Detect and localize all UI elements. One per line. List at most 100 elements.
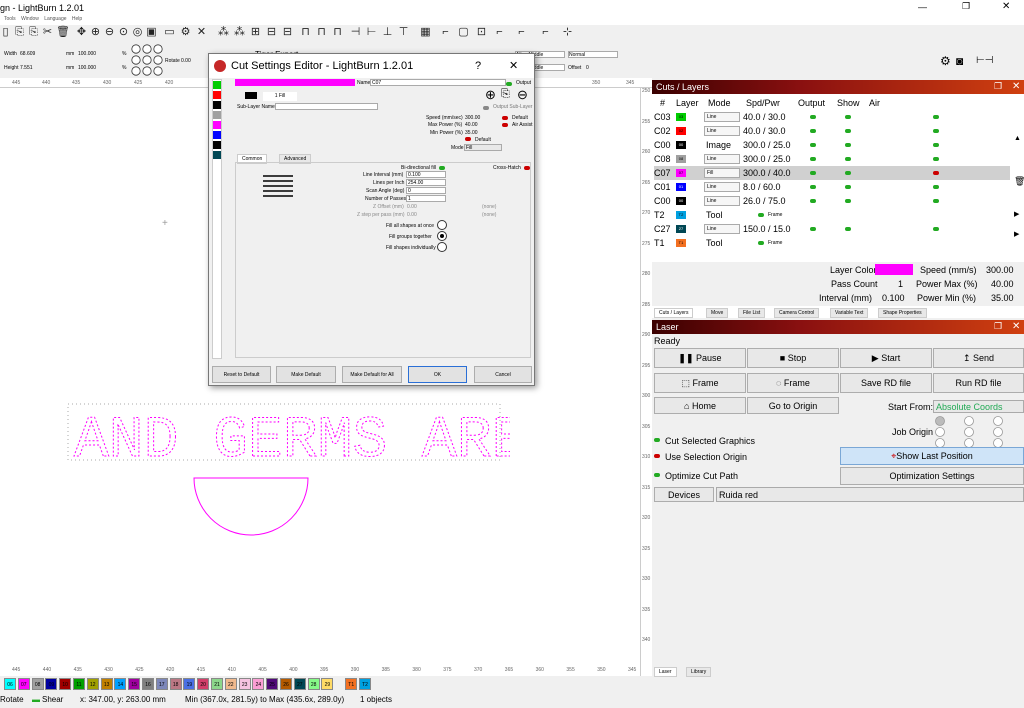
rotate-value[interactable]: 0.00 [181, 58, 191, 64]
palette-swatch[interactable]: 14 [114, 678, 127, 690]
layer-mode-select[interactable]: Line [704, 224, 740, 234]
minimize-button[interactable]: — [918, 2, 927, 12]
layer-row[interactable]: C00 00 Image 300.0 / 25.0 [654, 138, 1010, 152]
add-sublayer-icon[interactable]: ⊕ [485, 87, 496, 103]
corner2-icon[interactable]: ⌐ [516, 27, 527, 38]
align-icon[interactable]: ⊞ [250, 27, 261, 38]
tab-file-list[interactable]: File List [738, 308, 766, 318]
layer-mode-select[interactable]: Line [704, 154, 740, 164]
air-toggle[interactable] [933, 129, 939, 133]
flip-v-icon[interactable]: ⊓ [316, 27, 327, 38]
tab-cuts-layers[interactable]: Cuts / Layers [654, 308, 694, 318]
output-toggle[interactable] [810, 143, 816, 147]
interval-value[interactable]: 0.100 [882, 293, 905, 303]
optimization-settings-button[interactable]: Optimization Settings [840, 467, 1024, 485]
goto-origin-button[interactable]: Go to Origin [747, 397, 839, 414]
show-toggle[interactable] [845, 115, 851, 119]
ungroup-icon[interactable]: ⁂ [234, 27, 245, 38]
show-toggle[interactable] [845, 157, 851, 161]
sublayer-name-input[interactable] [275, 103, 378, 110]
palette-swatch[interactable]: 29 [321, 678, 334, 690]
bracket-icon[interactable]: ⌐ [440, 27, 451, 38]
speed-input[interactable]: 300.00 [465, 115, 480, 121]
max-power-input[interactable]: 40.00 [465, 122, 478, 128]
arrange4-icon[interactable]: ⊤ [398, 27, 409, 38]
show-toggle[interactable] [845, 129, 851, 133]
palette-swatch[interactable]: 11 [73, 678, 85, 690]
scan-angle-input[interactable]: 0 [406, 187, 446, 194]
camera-icon[interactable]: ▣ [146, 27, 157, 38]
corner3-icon[interactable]: ⌐ [540, 27, 551, 38]
move-icon[interactable]: ✥ [76, 27, 87, 38]
palette-swatch[interactable]: 23 [238, 678, 251, 690]
layer-row[interactable]: C00 00 Line 26.0 / 75.0 [654, 194, 1010, 208]
palette-swatch[interactable]: 25 [266, 678, 279, 690]
width-pct[interactable]: 100.000 [78, 51, 96, 57]
output-toggle[interactable] [810, 199, 816, 203]
z-offset-input[interactable]: 0.00 [407, 204, 417, 210]
tab-camera-control[interactable]: Camera Control [774, 308, 820, 318]
palette-swatch[interactable]: 28 [307, 678, 320, 690]
palette-swatch[interactable]: T2 [359, 678, 371, 690]
air-toggle[interactable] [933, 227, 939, 231]
palette-swatch[interactable]: 07 [17, 678, 30, 690]
tab-library[interactable]: Library [686, 667, 712, 677]
palette-swatch[interactable]: 21 [211, 678, 223, 690]
start-button[interactable]: ▶ Start [840, 348, 932, 368]
rotate-mode[interactable]: Rotate [0, 692, 24, 708]
air-toggle[interactable] [933, 199, 939, 203]
shear-toggle-icon[interactable]: ▬ [32, 692, 40, 708]
reset-default-button[interactable]: Reset to Default [212, 366, 271, 383]
trash-icon[interactable]: 🗑 [56, 27, 70, 38]
layer-row[interactable]: T1 T1 Tool Frame [654, 236, 1010, 250]
palette-swatch[interactable]: 16 [142, 678, 154, 690]
home-button[interactable]: ⌂ Home [654, 397, 746, 414]
power-min-value[interactable]: 35.00 [991, 293, 1014, 303]
cancel-button[interactable]: Cancel [474, 366, 532, 383]
align-left-icon[interactable]: ⊟ [266, 27, 277, 38]
output-sublayer-toggle[interactable] [483, 106, 489, 110]
palette-swatch[interactable]: 26 [280, 678, 292, 690]
menu-language[interactable]: Language [44, 16, 66, 22]
layer-row[interactable]: C08 08 Line 300.0 / 25.0 [654, 152, 1010, 166]
pass-count-value[interactable]: 1 [898, 279, 903, 289]
palette-swatch[interactable]: 09 [45, 678, 58, 690]
new-icon[interactable]: ▯ [0, 27, 11, 38]
palette-swatch[interactable]: 27 [293, 678, 306, 690]
layer-row[interactable]: T2 T2 Tool Frame [654, 208, 1010, 222]
frame-button[interactable]: ⬚ Frame [654, 373, 746, 393]
job-origin-grid[interactable] [934, 416, 1014, 450]
layer-mode-select[interactable]: Line [704, 182, 740, 192]
send-button[interactable]: ↥ Send [933, 348, 1024, 368]
palette-swatch[interactable]: 13 [100, 678, 113, 690]
frame-toggle[interactable] [758, 241, 764, 245]
dialog-close-button[interactable]: ✕ [509, 54, 518, 78]
fill-individually-radio[interactable] [437, 242, 447, 252]
layer-mode-select[interactable]: Fill [704, 168, 740, 178]
default-toggle[interactable] [502, 116, 508, 120]
pause-button[interactable]: ❚❚ Pause [654, 348, 746, 368]
line-interval-input[interactable]: 0.100 [406, 171, 446, 178]
output-toggle[interactable] [810, 185, 816, 189]
tab-shape-properties[interactable]: Shape Properties [878, 308, 927, 318]
air-toggle[interactable] [933, 157, 939, 161]
corner-icon[interactable]: ⌐ [494, 27, 505, 38]
layer-row[interactable]: C27 27 Line 150.0 / 15.0 [654, 222, 1010, 236]
air-toggle[interactable] [933, 171, 939, 175]
layer-color-swatch[interactable] [875, 264, 913, 275]
output-toggle[interactable] [810, 227, 816, 231]
air-toggle[interactable] [933, 143, 939, 147]
palette-swatch[interactable]: 06 [4, 678, 16, 690]
show-toggle[interactable] [845, 171, 851, 175]
paste-icon[interactable]: ⎘ [28, 27, 39, 38]
zoom-fit-icon[interactable]: ⊙ [118, 27, 129, 38]
ok-button[interactable]: OK [408, 366, 467, 383]
origin-selector[interactable] [131, 44, 163, 76]
zoom-select-icon[interactable]: ◎ [132, 27, 143, 38]
bidirectional-toggle[interactable] [439, 166, 445, 170]
tab-variable-text[interactable]: Variable Text [830, 308, 869, 318]
palette-swatch[interactable]: 10 [59, 678, 72, 690]
arrange2-icon[interactable]: ⊢ [366, 27, 377, 38]
tools-icon[interactable]: ✕ [196, 27, 207, 38]
output-toggle[interactable] [810, 171, 816, 175]
